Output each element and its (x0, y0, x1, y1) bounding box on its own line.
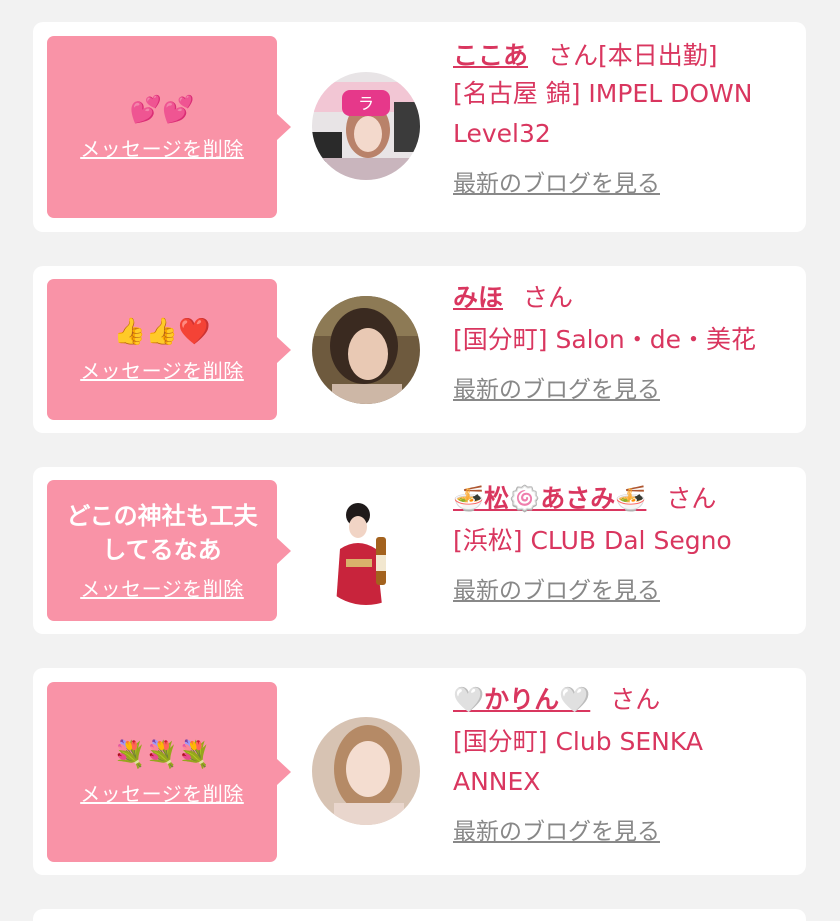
girl-name-link[interactable]: 🍜松🍥あさみ🍜 (453, 484, 646, 513)
latest-blog-link[interactable]: 最新のブログを見る (453, 812, 660, 846)
delete-message-link[interactable]: メッセージを削除 (80, 133, 244, 162)
message-text: 💕💕 (129, 94, 195, 125)
girl-name-link[interactable]: みほ (453, 283, 503, 312)
honorific: さん (610, 685, 661, 714)
honorific: さん (548, 41, 599, 70)
message-card: 👍👍❤️ メッセージを削除 みほ さん [国分町] Salon・de・美花 最新の… (33, 266, 806, 433)
message-bubble: 👍👍❤️ メッセージを削除 (47, 279, 277, 420)
delete-message-link[interactable]: メッセージを削除 (80, 573, 244, 602)
honorific: さん (666, 484, 717, 513)
girl-name-link[interactable]: 🤍かりん🤍 (453, 685, 590, 714)
profile-info: 🤍かりん🤍 さん [国分町] Club SENKA ANNEX 最新のブログを見る (453, 682, 793, 846)
message-bubble: どこの神社も工夫してるなあ メッセージを削除 (47, 480, 277, 621)
latest-blog-link[interactable]: 最新のブログを見る (453, 571, 660, 605)
avatar[interactable] (312, 497, 420, 605)
message-text: 💐💐💐 (113, 739, 211, 770)
message-card: どこの神社も工夫してるなあ メッセージを削除 🍜松🍥あさみ🍜 さん [浜松] CL… (33, 467, 806, 634)
svg-text:ラ: ラ (358, 94, 374, 113)
profile-info: ここあ さん[本日出勤] [名古屋 錦] IMPEL DOWN Level32 最… (453, 38, 793, 198)
latest-blog-link[interactable]: 最新のブログを見る (453, 164, 660, 198)
shop-name: [名古屋 錦] IMPEL DOWN Level32 (453, 79, 753, 148)
avatar[interactable] (312, 717, 420, 825)
message-list: 💕💕 メッセージを削除 ラ ここあ さん[本日出勤] [名古屋 錦] IMPEL … (0, 0, 840, 921)
avatar[interactable]: ラ (312, 72, 420, 180)
profile-info: 🍜松🍥あさみ🍜 さん [浜松] CLUB Dal Segno 最新のブログを見る (453, 481, 793, 605)
message-card: 💕💕 メッセージを削除 ラ ここあ さん[本日出勤] [名古屋 錦] IMPEL … (33, 22, 806, 232)
honorific: さん (523, 283, 574, 312)
message-bubble: 💕💕 メッセージを削除 (47, 36, 277, 218)
shop-name: [浜松] CLUB Dal Segno (453, 526, 732, 555)
work-status: [本日出勤] (598, 41, 718, 70)
delete-message-link[interactable]: メッセージを削除 (80, 355, 244, 384)
shop-name: [国分町] Club SENKA ANNEX (453, 727, 703, 796)
message-card-partial (33, 909, 806, 921)
message-text: どこの神社も工夫してるなあ (66, 502, 258, 564)
delete-message-link[interactable]: メッセージを削除 (80, 778, 244, 807)
shop-name: [国分町] Salon・de・美花 (453, 325, 756, 354)
girl-name-link[interactable]: ここあ (453, 41, 528, 70)
avatar[interactable] (312, 296, 420, 404)
message-text: 👍👍❤️ (113, 317, 211, 347)
profile-info: みほ さん [国分町] Salon・de・美花 最新のブログを見る (453, 280, 793, 404)
message-card: 💐💐💐 メッセージを削除 🤍かりん🤍 さん [国分町] Club SENKA AN… (33, 668, 806, 875)
latest-blog-link[interactable]: 最新のブログを見る (453, 370, 660, 404)
message-bubble: 💐💐💐 メッセージを削除 (47, 682, 277, 862)
